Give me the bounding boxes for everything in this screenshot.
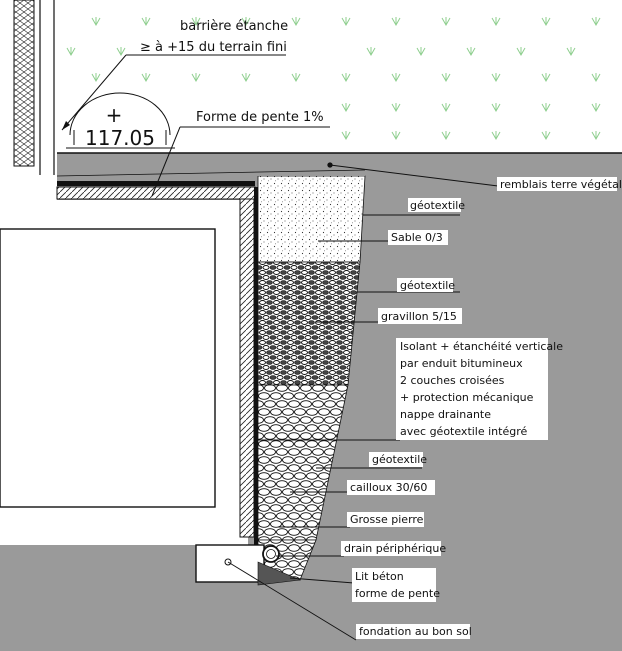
sand-layer bbox=[257, 175, 366, 263]
label-isolant-4: + protection mécanique bbox=[400, 391, 534, 404]
label-isolant-5: nappe drainante bbox=[400, 408, 491, 421]
grass-symbol bbox=[591, 131, 601, 141]
grass-symbol bbox=[341, 103, 351, 113]
roof-insulation-strip bbox=[56, 186, 256, 200]
elevation-value: 117.05 bbox=[85, 126, 155, 150]
vertical-membrane bbox=[254, 187, 258, 545]
label-isolant-1: Isolant + étanchéité verticale bbox=[400, 340, 563, 353]
grass-symbol bbox=[241, 73, 251, 83]
grass-symbol bbox=[491, 103, 501, 113]
grass-symbol bbox=[66, 47, 76, 57]
grass-symbol bbox=[391, 103, 401, 113]
gravel-layer bbox=[257, 261, 361, 386]
grass-symbol bbox=[441, 131, 451, 141]
grass-symbol bbox=[441, 73, 451, 83]
grass-symbol bbox=[391, 73, 401, 83]
barrier-note-line2: ≥ à +15 du terrain fini bbox=[140, 40, 287, 55]
grass-symbol bbox=[491, 17, 501, 27]
label-isolant-2: par enduit bitumineux bbox=[400, 357, 523, 370]
grass-symbol bbox=[391, 17, 401, 27]
grass-symbol bbox=[366, 47, 376, 57]
grass-symbol bbox=[116, 47, 126, 57]
label-geotextile-1: géotextile bbox=[410, 199, 465, 212]
grass-symbol bbox=[191, 73, 201, 83]
grass-symbol bbox=[541, 17, 551, 27]
grass-symbol bbox=[416, 47, 426, 57]
grass-symbol bbox=[441, 17, 451, 27]
vegetation-symbols bbox=[66, 17, 601, 141]
grass-symbol bbox=[541, 131, 551, 141]
slope-note: Forme de pente 1% bbox=[196, 110, 324, 125]
label-geotextile-3: géotextile bbox=[372, 453, 427, 466]
grass-symbol bbox=[491, 131, 501, 141]
grass-symbol bbox=[91, 73, 101, 83]
grass-symbol bbox=[591, 17, 601, 27]
grass-symbol bbox=[541, 73, 551, 83]
grass-symbol bbox=[341, 131, 351, 141]
label-lit-2: forme de pente bbox=[355, 587, 440, 600]
label-gravillon: gravillon 5/15 bbox=[381, 310, 457, 323]
grass-symbol bbox=[341, 73, 351, 83]
grass-symbol bbox=[491, 73, 501, 83]
label-remblais: remblais terre végétale bbox=[500, 178, 622, 191]
elevation-sign: + bbox=[106, 103, 123, 127]
label-isolant-3: 2 couches croisées bbox=[400, 374, 505, 387]
grass-symbol bbox=[441, 103, 451, 113]
label-geotextile-2: géotextile bbox=[400, 279, 455, 292]
perimeter-drain bbox=[262, 545, 280, 563]
upper-wall-insulation bbox=[13, 0, 35, 167]
grass-symbol bbox=[391, 131, 401, 141]
label-cailloux: cailloux 30/60 bbox=[350, 481, 427, 494]
grass-symbol bbox=[591, 73, 601, 83]
grass-symbol bbox=[291, 73, 301, 83]
construction-detail-stage: + 117.05 barrière étanche ≥ à +15 du ter… bbox=[0, 0, 622, 651]
label-isolant-6: avec géotextile intégré bbox=[400, 425, 528, 438]
grass-symbol bbox=[141, 73, 151, 83]
grass-symbol bbox=[141, 17, 151, 27]
grass-symbol bbox=[566, 47, 576, 57]
vertical-insulation bbox=[239, 198, 255, 538]
grass-symbol bbox=[516, 47, 526, 57]
grass-symbol bbox=[591, 103, 601, 113]
grass-symbol bbox=[466, 47, 476, 57]
barrier-note-line1: barrière étanche bbox=[180, 19, 288, 34]
label-sable: Sable 0/3 bbox=[391, 231, 443, 244]
label-grosse-pierre: Grosse pierre bbox=[350, 513, 424, 526]
grass-symbol bbox=[341, 17, 351, 27]
basement-room bbox=[0, 228, 216, 508]
grass-symbol bbox=[541, 103, 551, 113]
label-drain: drain périphérique bbox=[344, 542, 446, 555]
foundation-section-drawing: + 117.05 barrière étanche ≥ à +15 du ter… bbox=[0, 0, 622, 651]
grass-symbol bbox=[91, 17, 101, 27]
label-lit-1: Lit béton bbox=[355, 570, 404, 583]
label-fondation: fondation au bon sol bbox=[359, 625, 472, 638]
grass-symbol bbox=[291, 17, 301, 27]
